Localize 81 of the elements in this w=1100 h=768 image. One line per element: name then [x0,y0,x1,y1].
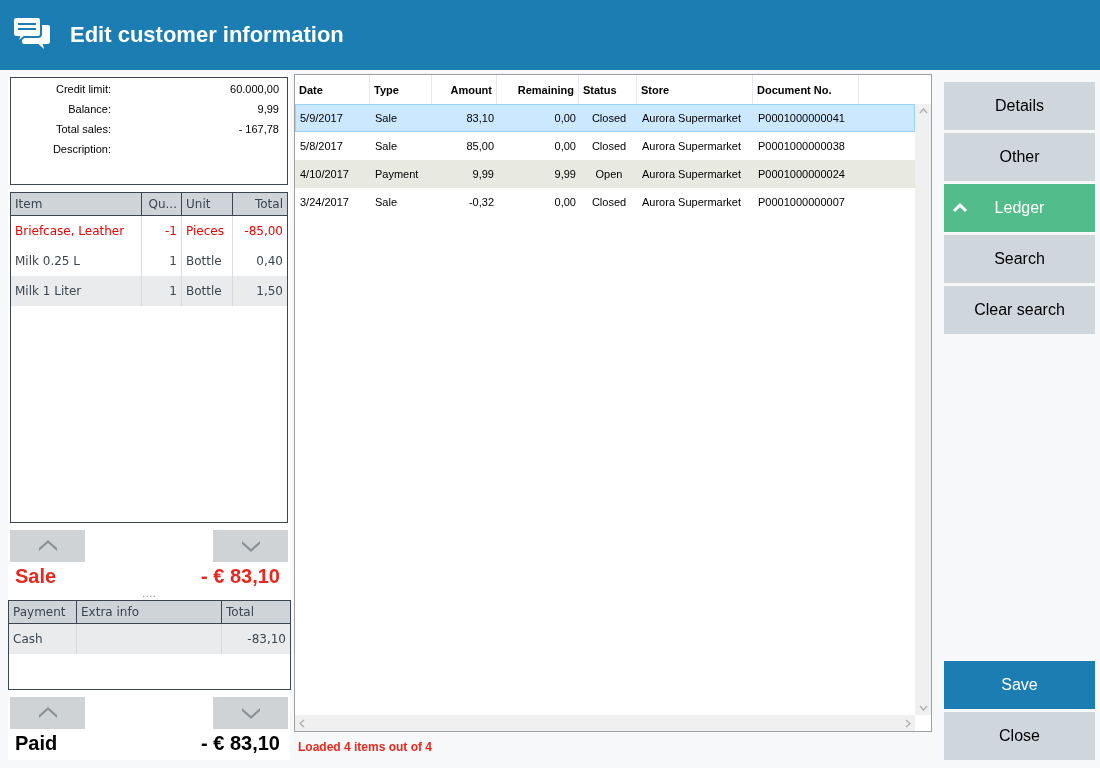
ledger-row[interactable]: 4/10/2017 Payment 9,99 9,99 Open Aurora Supermarket P0001000000024 [295,160,915,188]
summary-value: 60.000,00 [229,83,279,95]
sale-label: Sale [15,564,57,588]
table-cell-text: 0,00 [553,139,577,154]
column-header: Total [253,196,284,213]
table-cell: Milk 1 Liter [11,276,142,306]
chevron-right-icon [905,718,911,728]
chevron-up-icon [37,540,58,552]
chevron-up-icon [918,108,928,114]
status-message: Loaded 4 items out of 4 [298,740,433,754]
table-cell-text: Sale [374,111,399,126]
scroll-up-button[interactable] [10,697,85,729]
table-cell-text: Closed [590,139,628,154]
table-cell-text: Payment [374,167,420,182]
item-row[interactable]: Milk 1 Liter 1 Bottle 1,50 [11,276,287,306]
table-cell-text: -83,10 [246,631,287,648]
column-header: Total [225,604,256,621]
table-cell-text: P0001000000007 [757,195,846,210]
table-cell-text: P0001000000024 [757,167,846,182]
table-cell-text: Aurora Supermarket [641,167,743,182]
column-header: Item [11,193,142,215]
ledger-row[interactable]: 5/9/2017 Sale 83,10 0,00 Closed Aurora Supermarket P0001000000041 [295,104,915,132]
table-cell-text: Aurora Supermarket [641,111,743,126]
window-title: Edit customer information [70,22,344,48]
table-cell-text: Closed [590,195,628,210]
table-cell-text: 5/8/2017 [299,139,344,154]
table-cell: Cash [9,624,77,654]
table-cell-text: P0001000000038 [757,139,846,154]
summary-value: 9,99 [256,103,279,115]
table-cell-text: 3/24/2017 [299,195,350,210]
chevron-down-icon [240,540,261,552]
table-cell-text: 0,00 [553,195,577,210]
vertical-scrollbar[interactable] [915,104,931,715]
nav-button[interactable]: Other [944,133,1095,181]
table-cell-text: -85,00 [243,223,284,240]
scroll-down-button[interactable] [213,697,288,729]
chevron-up-icon [37,707,58,719]
nav-button[interactable]: Clear search [944,286,1095,334]
scroll-up-button[interactable] [10,530,85,562]
table-cell: Bottle [182,276,233,306]
column-header: Qu... [142,193,182,215]
summary-label: Description: [51,143,111,155]
table-cell: 1 [142,276,182,306]
chevron-down-icon [918,705,928,711]
horizontal-scrollbar[interactable] [295,715,915,731]
table-cell-text: 85,00 [465,139,495,154]
column-header: Unit [182,193,233,215]
chevron-down-icon [240,707,261,719]
summary-label: Balance: [67,103,111,115]
sale-amount: - € 83,10 [201,564,280,588]
table-cell-text: P0001000000041 [757,111,846,126]
summary-label: Total sales: [54,123,111,135]
paid-amount: - € 83,10 [201,731,280,755]
table-cell-text: 4/10/2017 [299,167,350,182]
table-cell-text: 83,10 [465,111,495,126]
table-cell-text: Sale [374,195,399,210]
table-cell-text: Closed [590,111,628,126]
table-cell-text: Open [594,167,624,182]
table-cell-text: Aurora Supermarket [641,139,743,154]
chevron-up-icon [952,202,968,212]
payment-row[interactable]: Cash -83,10 [9,624,290,654]
table-cell-text: 9,99 [553,167,577,182]
column-header: Payment [9,601,77,623]
chevron-left-icon [299,718,305,728]
table-cell-text: 0,40 [255,253,284,270]
nav-button[interactable]: Details [944,82,1095,130]
table-cell-text: 1,50 [255,283,284,300]
save-button[interactable]: Save [944,661,1095,709]
table-cell-text: 9,99 [471,167,495,182]
summary-label: Credit limit: [55,83,111,95]
table-cell-text: Sale [374,139,399,154]
table-cell-text: 0,00 [553,111,577,126]
column-header: Extra info [77,601,222,623]
table-cell-text: -0,32 [467,195,495,210]
table-cell-text: 5/9/2017 [299,111,344,126]
scroll-down-button[interactable] [213,530,288,562]
paid-label: Paid [15,731,58,755]
table-cell-text: Aurora Supermarket [641,195,743,210]
close-button[interactable]: Close [944,712,1095,760]
summary-value: - 167,78 [237,123,279,135]
nav-button[interactable]: Search [944,235,1095,283]
